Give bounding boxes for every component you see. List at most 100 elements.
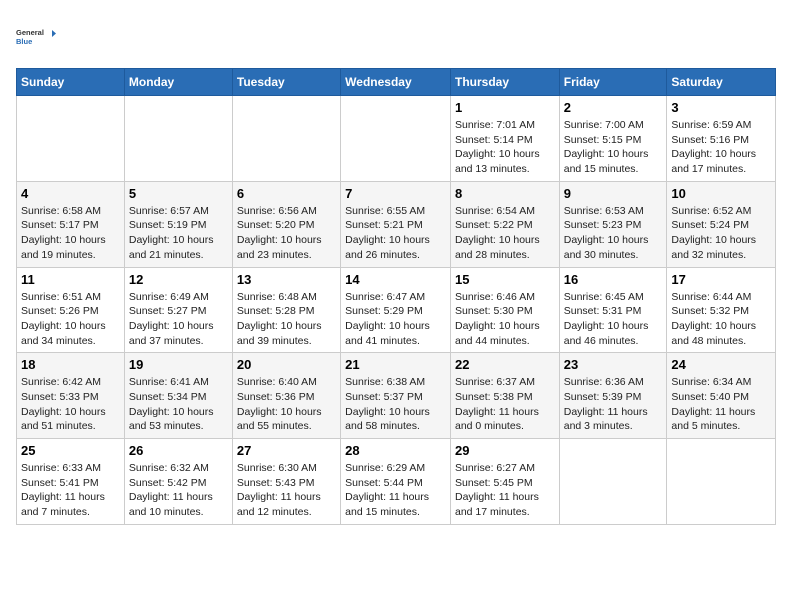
calendar-cell: 5 Sunrise: 6:57 AM Sunset: 5:19 PM Daylig… — [124, 181, 232, 267]
calendar-cell — [667, 439, 776, 525]
calendar-cell: 16 Sunrise: 6:45 AM Sunset: 5:31 PM Dayli… — [559, 267, 667, 353]
day-info: Sunrise: 6:40 AM Sunset: 5:36 PM Dayligh… — [237, 375, 336, 434]
weekday-header: Wednesday — [341, 69, 451, 96]
day-info: Sunrise: 6:54 AM Sunset: 5:22 PM Dayligh… — [455, 204, 555, 263]
day-info: Sunrise: 6:45 AM Sunset: 5:31 PM Dayligh… — [564, 290, 663, 349]
svg-text:General: General — [16, 28, 44, 37]
weekday-header: Friday — [559, 69, 667, 96]
calendar-table: SundayMondayTuesdayWednesdayThursdayFrid… — [16, 68, 776, 525]
calendar-cell: 4 Sunrise: 6:58 AM Sunset: 5:17 PM Daylig… — [17, 181, 125, 267]
day-info: Sunrise: 6:29 AM Sunset: 5:44 PM Dayligh… — [345, 461, 446, 520]
calendar-cell: 27 Sunrise: 6:30 AM Sunset: 5:43 PM Dayli… — [232, 439, 340, 525]
calendar-cell: 13 Sunrise: 6:48 AM Sunset: 5:28 PM Dayli… — [232, 267, 340, 353]
day-info: Sunrise: 7:00 AM Sunset: 5:15 PM Dayligh… — [564, 118, 663, 177]
calendar-week-row: 4 Sunrise: 6:58 AM Sunset: 5:17 PM Daylig… — [17, 181, 776, 267]
weekday-header-row: SundayMondayTuesdayWednesdayThursdayFrid… — [17, 69, 776, 96]
logo: General Blue — [16, 16, 56, 56]
day-number: 5 — [129, 186, 228, 201]
calendar-cell: 25 Sunrise: 6:33 AM Sunset: 5:41 PM Dayli… — [17, 439, 125, 525]
day-info: Sunrise: 6:44 AM Sunset: 5:32 PM Dayligh… — [671, 290, 771, 349]
day-info: Sunrise: 6:53 AM Sunset: 5:23 PM Dayligh… — [564, 204, 663, 263]
day-number: 11 — [21, 272, 120, 287]
day-info: Sunrise: 6:42 AM Sunset: 5:33 PM Dayligh… — [21, 375, 120, 434]
day-number: 9 — [564, 186, 663, 201]
weekday-header: Monday — [124, 69, 232, 96]
calendar-cell: 22 Sunrise: 6:37 AM Sunset: 5:38 PM Dayli… — [450, 353, 559, 439]
weekday-header: Thursday — [450, 69, 559, 96]
weekday-header: Sunday — [17, 69, 125, 96]
day-number: 8 — [455, 186, 555, 201]
day-number: 4 — [21, 186, 120, 201]
day-info: Sunrise: 6:37 AM Sunset: 5:38 PM Dayligh… — [455, 375, 555, 434]
calendar-week-row: 18 Sunrise: 6:42 AM Sunset: 5:33 PM Dayli… — [17, 353, 776, 439]
calendar-cell: 17 Sunrise: 6:44 AM Sunset: 5:32 PM Dayli… — [667, 267, 776, 353]
day-info: Sunrise: 6:57 AM Sunset: 5:19 PM Dayligh… — [129, 204, 228, 263]
day-info: Sunrise: 6:47 AM Sunset: 5:29 PM Dayligh… — [345, 290, 446, 349]
calendar-cell: 7 Sunrise: 6:55 AM Sunset: 5:21 PM Daylig… — [341, 181, 451, 267]
calendar-cell: 21Sunrise: 6:38 AM Sunset: 5:37 PM Dayli… — [341, 353, 451, 439]
day-number: 19 — [129, 357, 228, 372]
day-number: 20 — [237, 357, 336, 372]
page-header: General Blue — [16, 16, 776, 56]
day-info: Sunrise: 7:01 AM Sunset: 5:14 PM Dayligh… — [455, 118, 555, 177]
day-info: Sunrise: 6:55 AM Sunset: 5:21 PM Dayligh… — [345, 204, 446, 263]
day-number: 16 — [564, 272, 663, 287]
calendar-cell — [559, 439, 667, 525]
day-number: 17 — [671, 272, 771, 287]
day-number: 22 — [455, 357, 555, 372]
calendar-cell: 1Sunrise: 7:01 AM Sunset: 5:14 PM Daylig… — [450, 96, 559, 182]
day-number: 23 — [564, 357, 663, 372]
calendar-cell: 18 Sunrise: 6:42 AM Sunset: 5:33 PM Dayli… — [17, 353, 125, 439]
calendar-cell — [17, 96, 125, 182]
day-info: Sunrise: 6:38 AM Sunset: 5:37 PM Dayligh… — [345, 375, 446, 434]
calendar-week-row: 25 Sunrise: 6:33 AM Sunset: 5:41 PM Dayli… — [17, 439, 776, 525]
day-info: Sunrise: 6:33 AM Sunset: 5:41 PM Dayligh… — [21, 461, 120, 520]
calendar-cell — [341, 96, 451, 182]
day-info: Sunrise: 6:49 AM Sunset: 5:27 PM Dayligh… — [129, 290, 228, 349]
day-number: 6 — [237, 186, 336, 201]
day-number: 24 — [671, 357, 771, 372]
calendar-cell: 14Sunrise: 6:47 AM Sunset: 5:29 PM Dayli… — [341, 267, 451, 353]
day-info: Sunrise: 6:36 AM Sunset: 5:39 PM Dayligh… — [564, 375, 663, 434]
calendar-cell: 15 Sunrise: 6:46 AM Sunset: 5:30 PM Dayli… — [450, 267, 559, 353]
calendar-cell — [232, 96, 340, 182]
calendar-cell: 2Sunrise: 7:00 AM Sunset: 5:15 PM Daylig… — [559, 96, 667, 182]
calendar-cell: 19 Sunrise: 6:41 AM Sunset: 5:34 PM Dayli… — [124, 353, 232, 439]
day-number: 15 — [455, 272, 555, 287]
calendar-cell: 23 Sunrise: 6:36 AM Sunset: 5:39 PM Dayli… — [559, 353, 667, 439]
day-info: Sunrise: 6:41 AM Sunset: 5:34 PM Dayligh… — [129, 375, 228, 434]
day-number: 25 — [21, 443, 120, 458]
day-info: Sunrise: 6:32 AM Sunset: 5:42 PM Dayligh… — [129, 461, 228, 520]
calendar-cell: 3 Sunrise: 6:59 AM Sunset: 5:16 PM Daylig… — [667, 96, 776, 182]
day-number: 26 — [129, 443, 228, 458]
calendar-cell — [124, 96, 232, 182]
calendar-week-row: 11 Sunrise: 6:51 AM Sunset: 5:26 PM Dayli… — [17, 267, 776, 353]
calendar-cell: 24Sunrise: 6:34 AM Sunset: 5:40 PM Dayli… — [667, 353, 776, 439]
day-info: Sunrise: 6:51 AM Sunset: 5:26 PM Dayligh… — [21, 290, 120, 349]
day-info: Sunrise: 6:27 AM Sunset: 5:45 PM Dayligh… — [455, 461, 555, 520]
day-info: Sunrise: 6:52 AM Sunset: 5:24 PM Dayligh… — [671, 204, 771, 263]
day-number: 29 — [455, 443, 555, 458]
day-info: Sunrise: 6:58 AM Sunset: 5:17 PM Dayligh… — [21, 204, 120, 263]
calendar-cell: 8 Sunrise: 6:54 AM Sunset: 5:22 PM Daylig… — [450, 181, 559, 267]
day-info: Sunrise: 6:59 AM Sunset: 5:16 PM Dayligh… — [671, 118, 771, 177]
day-info: Sunrise: 6:30 AM Sunset: 5:43 PM Dayligh… — [237, 461, 336, 520]
day-number: 13 — [237, 272, 336, 287]
calendar-cell: 9 Sunrise: 6:53 AM Sunset: 5:23 PM Daylig… — [559, 181, 667, 267]
calendar-cell: 11 Sunrise: 6:51 AM Sunset: 5:26 PM Dayli… — [17, 267, 125, 353]
calendar-cell: 29 Sunrise: 6:27 AM Sunset: 5:45 PM Dayli… — [450, 439, 559, 525]
day-number: 12 — [129, 272, 228, 287]
calendar-cell: 26 Sunrise: 6:32 AM Sunset: 5:42 PM Dayli… — [124, 439, 232, 525]
day-number: 10 — [671, 186, 771, 201]
day-info: Sunrise: 6:46 AM Sunset: 5:30 PM Dayligh… — [455, 290, 555, 349]
weekday-header: Saturday — [667, 69, 776, 96]
day-info: Sunrise: 6:48 AM Sunset: 5:28 PM Dayligh… — [237, 290, 336, 349]
calendar-cell: 28 Sunrise: 6:29 AM Sunset: 5:44 PM Dayli… — [341, 439, 451, 525]
day-number: 28 — [345, 443, 446, 458]
day-number: 18 — [21, 357, 120, 372]
calendar-week-row: 1Sunrise: 7:01 AM Sunset: 5:14 PM Daylig… — [17, 96, 776, 182]
day-number: 3 — [671, 100, 771, 115]
weekday-header: Tuesday — [232, 69, 340, 96]
day-number: 7 — [345, 186, 446, 201]
day-number: 27 — [237, 443, 336, 458]
